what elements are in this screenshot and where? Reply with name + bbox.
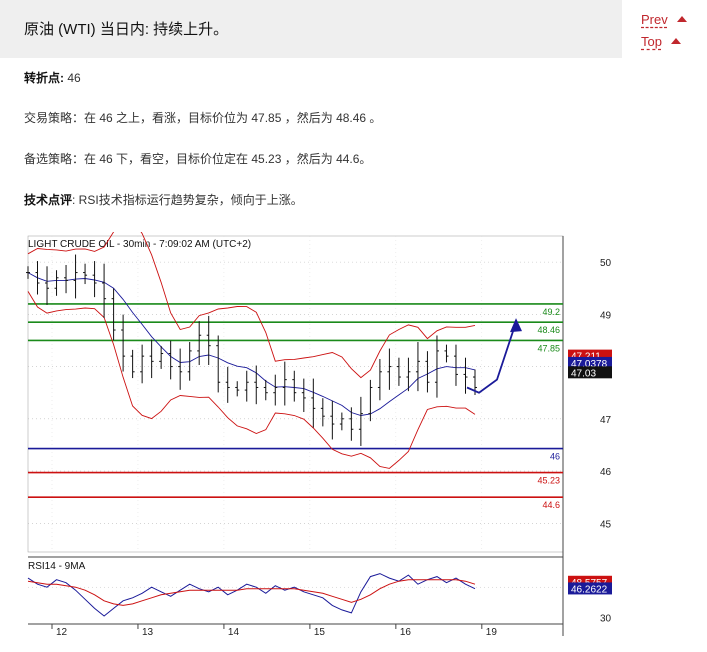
tech-comment-text: : RSI技术指标运行趋势复杂，倾向于上涨。 — [72, 193, 303, 207]
arrow-up-icon — [676, 16, 687, 22]
forecast-arrow-line — [466, 321, 517, 394]
pivot-line: 转折点: 46 — [24, 69, 81, 86]
level-label-45.23: 45.23 — [537, 476, 560, 486]
time-tick-label: 16 — [400, 627, 412, 638]
forecast-arrow-head — [510, 318, 522, 333]
pivot-label: 转折点: — [24, 71, 64, 85]
prev-label: Prev — [641, 12, 668, 27]
strategy-text: 在 46 之上，看涨，目标价位为 47.85 ，然后为 48.46 。 — [84, 111, 382, 125]
time-tick-label: 13 — [142, 627, 154, 638]
article-header: 原油 (WTI) 当日内: 持续上升。 — [0, 0, 622, 58]
top-link[interactable]: Top — [641, 34, 681, 49]
alt-strategy-label: 备选策略： — [24, 152, 85, 166]
time-tick-label: 15 — [314, 627, 326, 638]
time-tick-label: 14 — [228, 627, 240, 638]
strategy-label: 交易策略： — [24, 111, 85, 125]
alt-strategy-text: 在 46 下，看空，目标价位定在 45.23 ，然后为 44.6。 — [84, 152, 372, 166]
strategy-line: 交易策略：在 46 之上，看涨，目标价位为 47.85 ，然后为 48.46 。 — [24, 109, 381, 126]
rsi-marker-46.2622-label: 46.2622 — [571, 584, 608, 595]
price-marker-47.03-label: 47.03 — [571, 368, 596, 379]
chart-title: LIGHT CRUDE OIL - 30min - 7:09:02 AM (UT… — [28, 239, 251, 250]
bollinger-upper-line — [27, 232, 476, 379]
level-label-49.2: 49.2 — [542, 307, 560, 317]
tech-comment-label: 技术点评 — [24, 193, 73, 207]
price-chart: LIGHT CRUDE OIL - 30min - 7:09:02 AM (UT… — [26, 232, 612, 638]
rsi-title: RSI14 - 9MA — [28, 561, 86, 572]
level-label-48.46: 48.46 — [537, 325, 560, 335]
rsi-series-9MA — [27, 579, 476, 606]
price-tick-label: 49 — [600, 310, 612, 321]
price-tick-label: 45 — [600, 519, 612, 530]
level-label-44.6: 44.6 — [542, 500, 560, 510]
article-title: 原油 (WTI) 当日内: 持续上升。 — [24, 21, 229, 38]
tech-comment-line: 技术点评: RSI技术指标运行趋势复杂，倾向于上涨。 — [24, 191, 303, 208]
price-tick-label: 47 — [600, 415, 612, 426]
price-tick-label: 50 — [600, 258, 612, 269]
price-tick-label: 46 — [600, 467, 612, 478]
prev-link[interactable]: Prev — [641, 12, 687, 27]
time-tick-label: 12 — [56, 627, 68, 638]
alt-strategy-line: 备选策略：在 46 下，看空，目标价位定在 45.23 ，然后为 44.6。 — [24, 150, 371, 167]
level-label-47.85: 47.85 — [537, 343, 560, 353]
main-panel-frame — [27, 235, 564, 553]
rsi-tick-label: 30 — [600, 613, 612, 624]
top-label: Top — [641, 34, 662, 49]
level-label-46: 46 — [550, 452, 560, 462]
arrow-up-icon — [670, 38, 681, 44]
time-tick-label: 19 — [486, 627, 498, 638]
pivot-value: 46 — [67, 71, 81, 85]
